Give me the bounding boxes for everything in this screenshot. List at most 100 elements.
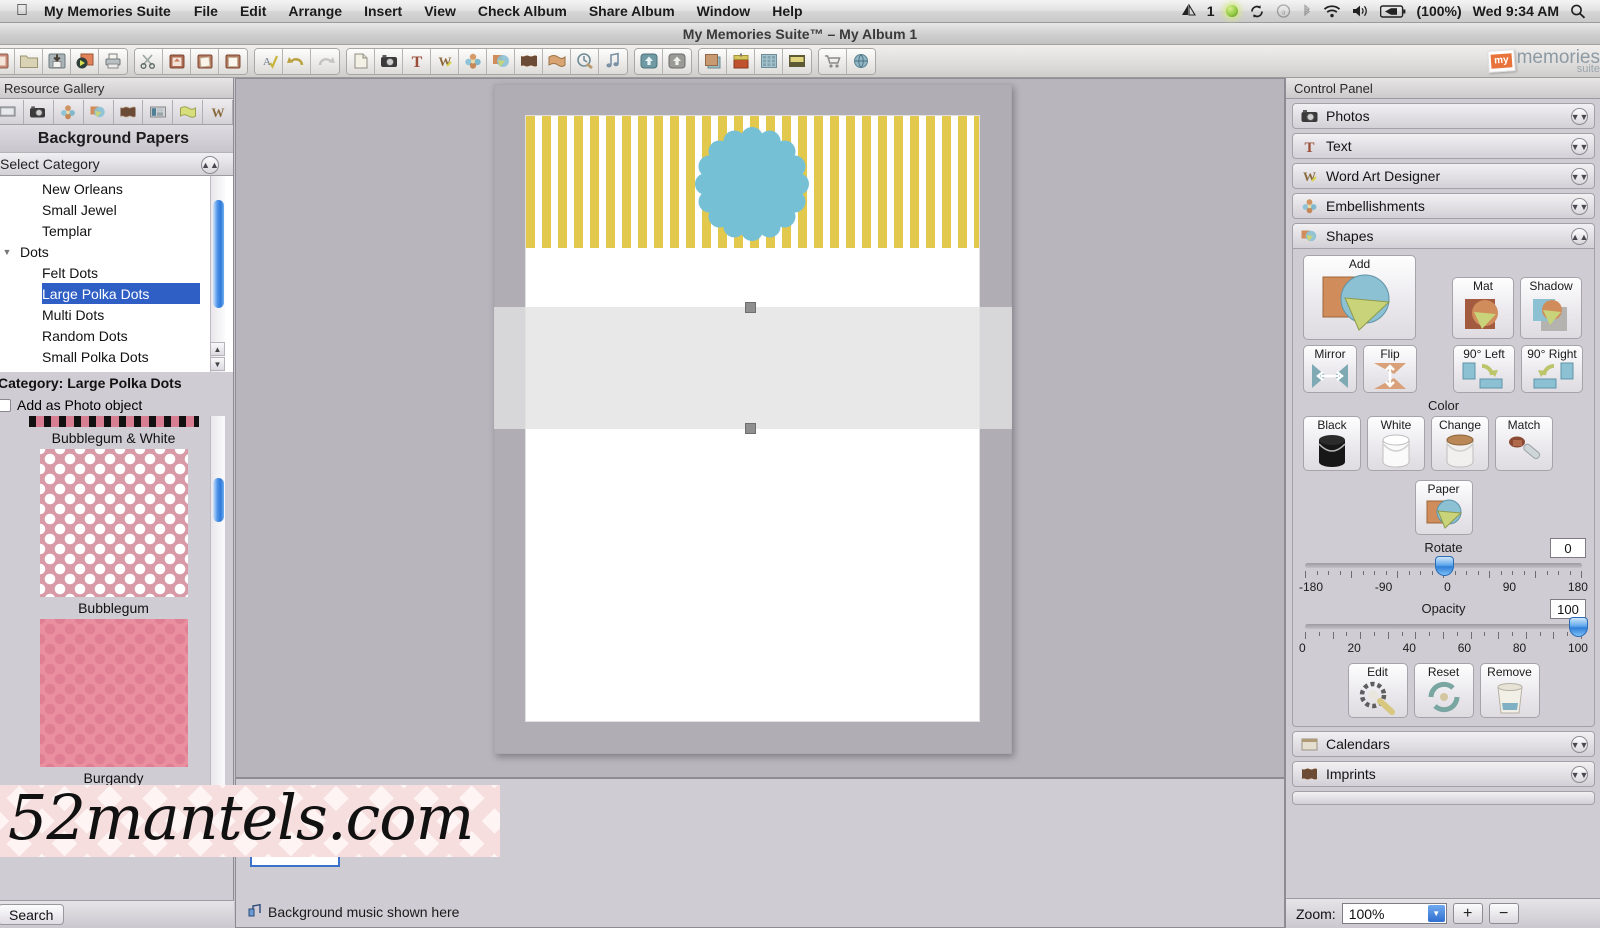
twisty-open-icon[interactable]: ▼ (0, 247, 20, 257)
add-as-photo-checkbox[interactable] (0, 398, 11, 412)
volume-icon[interactable] (1352, 0, 1369, 23)
mat-button[interactable]: Mat (1452, 277, 1514, 339)
cp-section-text[interactable]: T Text ▼▼ (1292, 133, 1595, 159)
rotate-slider-knob[interactable] (1434, 556, 1454, 576)
flip-button[interactable]: Flip (1363, 345, 1417, 393)
paper-thumbnail-list[interactable]: Bubblegum & White Bubblegum Burgandy ▼ (0, 416, 233, 836)
open-recent-icon[interactable] (0, 48, 15, 74)
remove-button[interactable]: Remove (1479, 663, 1540, 718)
photos-icon[interactable] (24, 99, 54, 124)
scroll-down-arrow[interactable]: ▼ (210, 357, 225, 371)
menu-app-name[interactable]: My Memories Suite (42, 0, 183, 23)
shapes-icon[interactable] (84, 99, 114, 124)
embellishment-icon[interactable] (459, 48, 487, 74)
color-black-button[interactable]: Black (1303, 416, 1361, 471)
add-shape-button[interactable]: Add (1303, 255, 1416, 340)
chevron-down-icon[interactable]: ▼▼ (1571, 736, 1588, 753)
opacity-slider[interactable] (1305, 617, 1588, 637)
menu-item-window[interactable]: Window (686, 0, 762, 23)
zoom-out-button[interactable]: − (1488, 903, 1519, 924)
upload-album-icon[interactable] (663, 48, 691, 74)
imprints-icon[interactable] (515, 48, 543, 74)
grid-icon[interactable] (755, 48, 783, 74)
rotate-left-button[interactable]: 90° Left (1453, 345, 1515, 393)
opacity-slider-knob[interactable] (1569, 617, 1588, 637)
category-item[interactable]: Templar (0, 220, 233, 241)
wordart-icon[interactable]: W (203, 99, 233, 124)
photo-icon[interactable] (375, 48, 403, 74)
airplay-icon[interactable] (1181, 0, 1196, 23)
category-item[interactable]: New Orleans (0, 178, 233, 199)
battery-icon[interactable] (1379, 0, 1406, 23)
music-icon[interactable] (599, 48, 627, 74)
spellcheck-icon[interactable]: A (255, 48, 283, 74)
search-button[interactable]: Search (0, 904, 65, 925)
albums-icon[interactable] (699, 48, 727, 74)
sync-icon[interactable] (1249, 0, 1265, 23)
wifi-icon[interactable] (1323, 0, 1341, 23)
thumbnail-scroll-thumb[interactable] (213, 478, 224, 522)
selected-object-band[interactable] (494, 307, 1012, 429)
menu-item-help[interactable]: Help (761, 0, 813, 23)
cp-section-embellishments[interactable]: Embellishments ▼▼ (1292, 193, 1595, 219)
category-item[interactable]: ▶Houndstooth (0, 367, 233, 373)
menu-item-view[interactable]: View (413, 0, 467, 23)
pages-icon[interactable] (0, 99, 24, 124)
cp-section-imprints[interactable]: Imprints ▼▼ (1292, 761, 1595, 787)
text-icon[interactable]: T (403, 48, 431, 74)
cp-section-shapes[interactable]: Shapes ▲▲ (1292, 223, 1595, 249)
chevron-up-icon[interactable]: ▲▲ (1571, 228, 1588, 245)
scalloped-circle-shape[interactable] (692, 124, 812, 244)
open-folder-icon[interactable] (15, 48, 43, 74)
papers-icon[interactable] (173, 99, 204, 124)
opacity-value-input[interactable]: 100 (1550, 598, 1586, 619)
paste-icon[interactable] (191, 48, 219, 74)
category-item[interactable]: ▼ Dots (0, 241, 233, 262)
undo-icon[interactable] (283, 48, 311, 74)
category-item[interactable]: Random Dots (0, 325, 233, 346)
save-icon[interactable] (43, 48, 71, 74)
chevron-down-icon[interactable]: ▼▼ (1571, 138, 1588, 155)
menu-clock[interactable]: Wed 9:34 AM (1473, 3, 1559, 19)
window-title-bar[interactable]: My Memories Suite™ – My Album 1 (0, 23, 1600, 45)
search-icon[interactable] (1570, 0, 1586, 23)
category-item[interactable]: Large Polka Dots (42, 283, 200, 304)
calendar-icon[interactable] (727, 48, 755, 74)
print-icon[interactable] (99, 48, 127, 74)
embellishments-icon[interactable] (54, 99, 84, 124)
add-as-photo-object-row[interactable]: Add as Photo object (0, 394, 233, 416)
ruler-icon[interactable] (783, 48, 811, 74)
designs-icon[interactable] (143, 99, 174, 124)
scroll-up-arrow[interactable]: ▲ (210, 342, 225, 356)
menu-item-check-album[interactable]: Check Album (467, 0, 578, 23)
swatch-thumb-0[interactable] (39, 449, 188, 597)
category-item[interactable]: Felt Dots (0, 262, 233, 283)
cart-icon[interactable] (819, 48, 847, 74)
copy-icon[interactable] (163, 48, 191, 74)
duplicate-icon[interactable] (219, 48, 247, 74)
category-item[interactable]: Multi Dots (0, 304, 233, 325)
thumbnail-scrollbar[interactable] (210, 416, 225, 836)
chevron-down-icon[interactable]: ▼▼ (1571, 198, 1588, 215)
category-item[interactable]: Small Polka Dots (0, 346, 233, 367)
edit-button[interactable]: Edit (1347, 663, 1408, 718)
color-match-button[interactable]: Match (1495, 416, 1553, 471)
background-music-row[interactable]: Background music shown here (248, 903, 459, 921)
cp-section-partial[interactable] (1292, 791, 1595, 805)
chevron-down-icon[interactable]: ▼▼ (1571, 168, 1588, 185)
shadow-button[interactable]: Shadow (1520, 277, 1582, 339)
selection-handle-top[interactable] (745, 302, 756, 313)
select-category-bar[interactable]: Select Category ▲▲ (0, 152, 233, 176)
upload-icon[interactable] (635, 48, 663, 74)
chevron-down-icon[interactable]: ▼▼ (1571, 766, 1588, 783)
alfred-icon[interactable]: a (1276, 0, 1291, 23)
category-list[interactable]: New Orleans Small Jewel Templar ▼ Dots Felt D… (0, 176, 233, 372)
export-icon[interactable] (71, 48, 99, 74)
swatch-thumb-1[interactable] (39, 619, 188, 767)
mirror-button[interactable]: Mirror (1303, 345, 1357, 393)
wordart-icon[interactable]: W (431, 48, 459, 74)
zoom-in-button[interactable]: + (1452, 903, 1483, 924)
paper-button[interactable]: Paper (1414, 480, 1473, 535)
bluetooth-icon[interactable] (1302, 0, 1312, 23)
color-white-button[interactable]: White (1367, 416, 1425, 471)
